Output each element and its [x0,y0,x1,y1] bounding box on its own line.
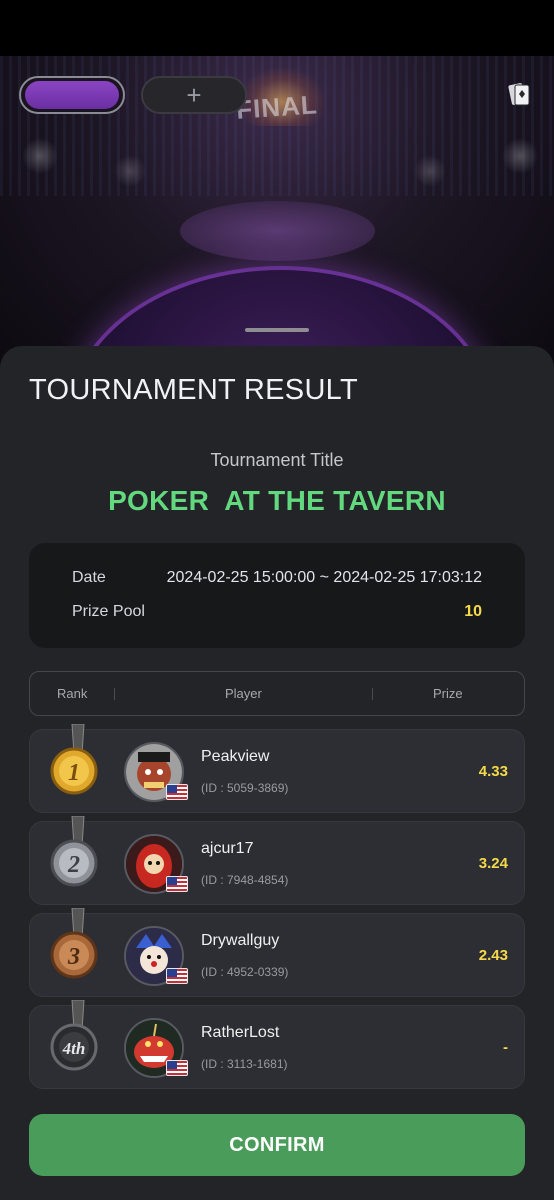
result-row-2: 2 ajcur17 (ID : 7948-4854) 3.24 [29,816,525,905]
sheet-drag-handle[interactable] [245,328,309,332]
rank-number: 1 [68,760,80,786]
bronze-medal-icon: 3 [50,908,98,979]
prize-column-header: Prize [433,686,463,701]
date-row: Date 2024-02-25 15:00:00 ~ 2024-02-25 17… [72,569,482,587]
cards-icon[interactable] [508,80,532,110]
us-flag-icon [166,968,188,984]
player-id: (ID : 4952-0339) [201,965,289,979]
us-flag-icon [166,1060,188,1076]
table-tab-active[interactable] [19,76,125,114]
player-id: (ID : 5059-3869) [201,781,289,795]
prize-pool-value: 10 [464,603,482,620]
status-bar [0,0,554,56]
us-flag-icon [166,784,188,800]
result-row-3: 3 Drywallguy (ID : 4952-0339) 2.43 [29,908,525,997]
player-name: RatherLost [201,1024,280,1041]
player-id: (ID : 3113-1681) [201,1057,288,1071]
sheet-title: TOURNAMENT RESULT [29,374,358,406]
tournament-name: POKER AT THE TAVERN [108,485,446,516]
player-name: ajcur17 [201,840,254,857]
prize-pool-label: Prize Pool [72,603,145,620]
rank-column-header: Rank [57,686,88,701]
stage-pedestal [180,201,375,261]
player-column-header: Player [225,686,262,701]
result-row-4: 4th RatherLost (ID : 3113-1681) - [29,1000,525,1089]
player-name: Peakview [201,748,270,765]
table-tab-active-fill [25,81,119,109]
player-id: (ID : 7948-4854) [201,873,289,887]
fourth-place-medal-icon: 4th [50,1000,98,1071]
prize-pool-row: Prize Pool 10 [72,603,482,621]
rank-number: 2 [67,852,80,878]
player-prize: 3.24 [478,855,508,872]
plus-icon: + [186,79,202,110]
gold-medal-icon: 1 [50,724,98,795]
player-prize: 2.43 [478,947,508,964]
silver-medal-icon: 2 [50,816,98,887]
column-divider [372,688,373,700]
add-table-button[interactable]: + [141,76,247,114]
rank-number: 3 [67,944,80,970]
player-prize: - [503,1039,508,1056]
player-prize: 4.33 [478,763,508,780]
rank-number: 4th [62,1039,86,1058]
date-label: Date [72,569,106,586]
result-row-1: 1 Peakview (ID : 5059-3869) 4.33 [29,724,525,813]
us-flag-icon [166,876,188,892]
tournament-info-box: Date 2024-02-25 15:00:00 ~ 2024-02-25 17… [29,543,525,648]
column-divider [114,688,115,700]
confirm-button[interactable]: CONFIRM [29,1114,525,1176]
player-name: Drywallguy [201,932,280,949]
tournament-title-label: Tournament Title [210,450,344,470]
results-table-header: Rank Player Prize [29,671,525,716]
date-value: 2024-02-25 15:00:00 ~ 2024-02-25 17:03:1… [166,569,482,586]
